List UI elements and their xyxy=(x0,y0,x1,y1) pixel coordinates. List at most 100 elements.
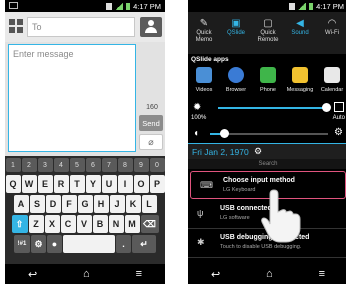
home-icon[interactable]: ⌂ xyxy=(83,268,90,280)
menu-icon[interactable]: ≡ xyxy=(319,268,325,280)
tile-sound[interactable]: ◀ Sound xyxy=(284,12,316,54)
notification-subtitle: LG Keyboard xyxy=(223,187,256,193)
app-messaging[interactable]: Messaging xyxy=(284,64,316,100)
android-icon: ✱ xyxy=(197,237,205,247)
key-l[interactable]: L xyxy=(141,195,157,213)
app-calendar[interactable]: Calendar xyxy=(316,64,346,100)
brightness-knob[interactable] xyxy=(322,103,331,112)
tile-quick-memo[interactable]: ✎ Quick Memo xyxy=(188,12,220,54)
key-0[interactable]: 0 xyxy=(149,158,165,172)
app-phone[interactable]: Phone xyxy=(252,64,284,100)
key-g[interactable]: G xyxy=(77,195,93,213)
key-x[interactable]: X xyxy=(44,215,60,233)
menu-icon[interactable]: ≡ xyxy=(136,268,142,280)
space-key[interactable] xyxy=(63,235,115,253)
key-y[interactable]: Y xyxy=(85,175,101,193)
key-u[interactable]: U xyxy=(101,175,117,193)
speaker-icon: ◀ xyxy=(296,18,304,29)
qslide-icon: ▣ xyxy=(231,18,241,29)
memo-icon: ✎ xyxy=(199,18,209,29)
signal-icon xyxy=(115,2,124,10)
key-2[interactable]: 2 xyxy=(21,158,37,172)
notification-subtitle: Touch to disable USB debugging. xyxy=(220,244,302,250)
key-t[interactable]: T xyxy=(69,175,85,193)
tile-wifi[interactable]: ◠ Wi-Fi xyxy=(316,12,346,54)
videos-icon xyxy=(196,67,212,83)
search-bar[interactable]: Search xyxy=(188,159,346,169)
key-i[interactable]: I xyxy=(117,175,133,193)
key-5[interactable]: 5 xyxy=(69,158,85,172)
key-p[interactable]: P xyxy=(149,175,165,193)
status-bar: 4:17 PM xyxy=(188,0,346,12)
notification-icon xyxy=(9,2,18,9)
char-counter: 160 xyxy=(146,104,158,111)
key-a[interactable]: A xyxy=(13,195,29,213)
back-icon[interactable]: ↩ xyxy=(28,268,37,281)
key-w[interactable]: W xyxy=(21,175,37,193)
app-label: Browser xyxy=(225,87,247,93)
send-button[interactable]: Send xyxy=(139,115,163,131)
key-6[interactable]: 6 xyxy=(85,158,101,172)
key-f[interactable]: F xyxy=(61,195,77,213)
key-j[interactable]: J xyxy=(109,195,125,213)
symbols-key[interactable]: !#1 xyxy=(14,235,30,253)
brightness-slider[interactable] xyxy=(218,107,326,109)
status-time: 4:17 PM xyxy=(316,1,344,11)
key-n[interactable]: N xyxy=(108,215,124,233)
key-v[interactable]: V xyxy=(76,215,92,233)
app-browser[interactable]: Browser xyxy=(220,64,252,100)
key-row-3: ⇧ Z X C V B N M ⌫ xyxy=(5,215,165,233)
key-c[interactable]: C xyxy=(60,215,76,233)
tile-qslide[interactable]: ▣ QSlide xyxy=(220,12,252,54)
recipient-bar: To xyxy=(5,12,165,42)
gear-icon[interactable]: ⚙ xyxy=(334,127,343,138)
key-d[interactable]: D xyxy=(45,195,61,213)
app-label: Calendar xyxy=(320,87,344,93)
key-s[interactable]: S xyxy=(29,195,45,213)
tile-label: Wi-Fi xyxy=(325,30,339,36)
key-h[interactable]: H xyxy=(93,195,109,213)
notification-title: Choose input method xyxy=(223,177,295,184)
shift-key[interactable]: ⇧ xyxy=(11,215,28,233)
key-z[interactable]: Z xyxy=(28,215,44,233)
calendar-icon xyxy=(324,67,340,83)
key-e[interactable]: E xyxy=(37,175,53,193)
grid-icon[interactable] xyxy=(9,19,23,33)
auto-checkbox[interactable] xyxy=(334,102,344,112)
notification-subtitle: LG software xyxy=(220,215,250,221)
key-o[interactable]: O xyxy=(133,175,149,193)
mic-key[interactable]: ● xyxy=(47,235,62,253)
browser-icon xyxy=(228,67,244,83)
volume-knob[interactable] xyxy=(220,129,230,138)
contact-button[interactable] xyxy=(140,17,162,37)
to-field[interactable]: To xyxy=(27,17,135,37)
back-icon[interactable]: ↩ xyxy=(211,268,220,281)
key-b[interactable]: B xyxy=(92,215,108,233)
attach-button[interactable]: ⌀ xyxy=(139,134,163,150)
nav-bar: ↩ ⌂ ≡ xyxy=(5,264,165,284)
key-8[interactable]: 8 xyxy=(117,158,133,172)
wifi-icon: ◠ xyxy=(327,18,337,29)
message-input[interactable]: Enter message xyxy=(8,44,136,152)
key-4[interactable]: 4 xyxy=(53,158,69,172)
key-q[interactable]: Q xyxy=(5,175,21,193)
enter-key[interactable]: ↵ xyxy=(132,235,156,253)
key-m[interactable]: M xyxy=(124,215,140,233)
nfc-icon xyxy=(106,2,113,10)
key-9[interactable]: 9 xyxy=(133,158,149,172)
key-7[interactable]: 7 xyxy=(101,158,117,172)
settings-gear-icon[interactable]: ⚙ xyxy=(254,146,262,157)
signal-icon xyxy=(298,2,307,10)
backspace-key[interactable]: ⌫ xyxy=(140,215,159,233)
keyboard: 1 2 3 4 5 6 7 8 9 0 Q W E R T Y U I O P … xyxy=(5,156,165,264)
app-videos[interactable]: Videos xyxy=(188,64,220,100)
key-r[interactable]: R xyxy=(53,175,69,193)
tile-label: QSlide xyxy=(226,30,245,36)
key-k[interactable]: K xyxy=(125,195,141,213)
key-3[interactable]: 3 xyxy=(37,158,53,172)
period-key[interactable]: . xyxy=(116,235,131,253)
key-1[interactable]: 1 xyxy=(5,158,21,172)
settings-key[interactable]: ⚙ xyxy=(31,235,46,253)
tile-quick-remote[interactable]: ▢ Quick Remote xyxy=(252,12,284,54)
home-icon[interactable]: ⌂ xyxy=(266,268,273,280)
